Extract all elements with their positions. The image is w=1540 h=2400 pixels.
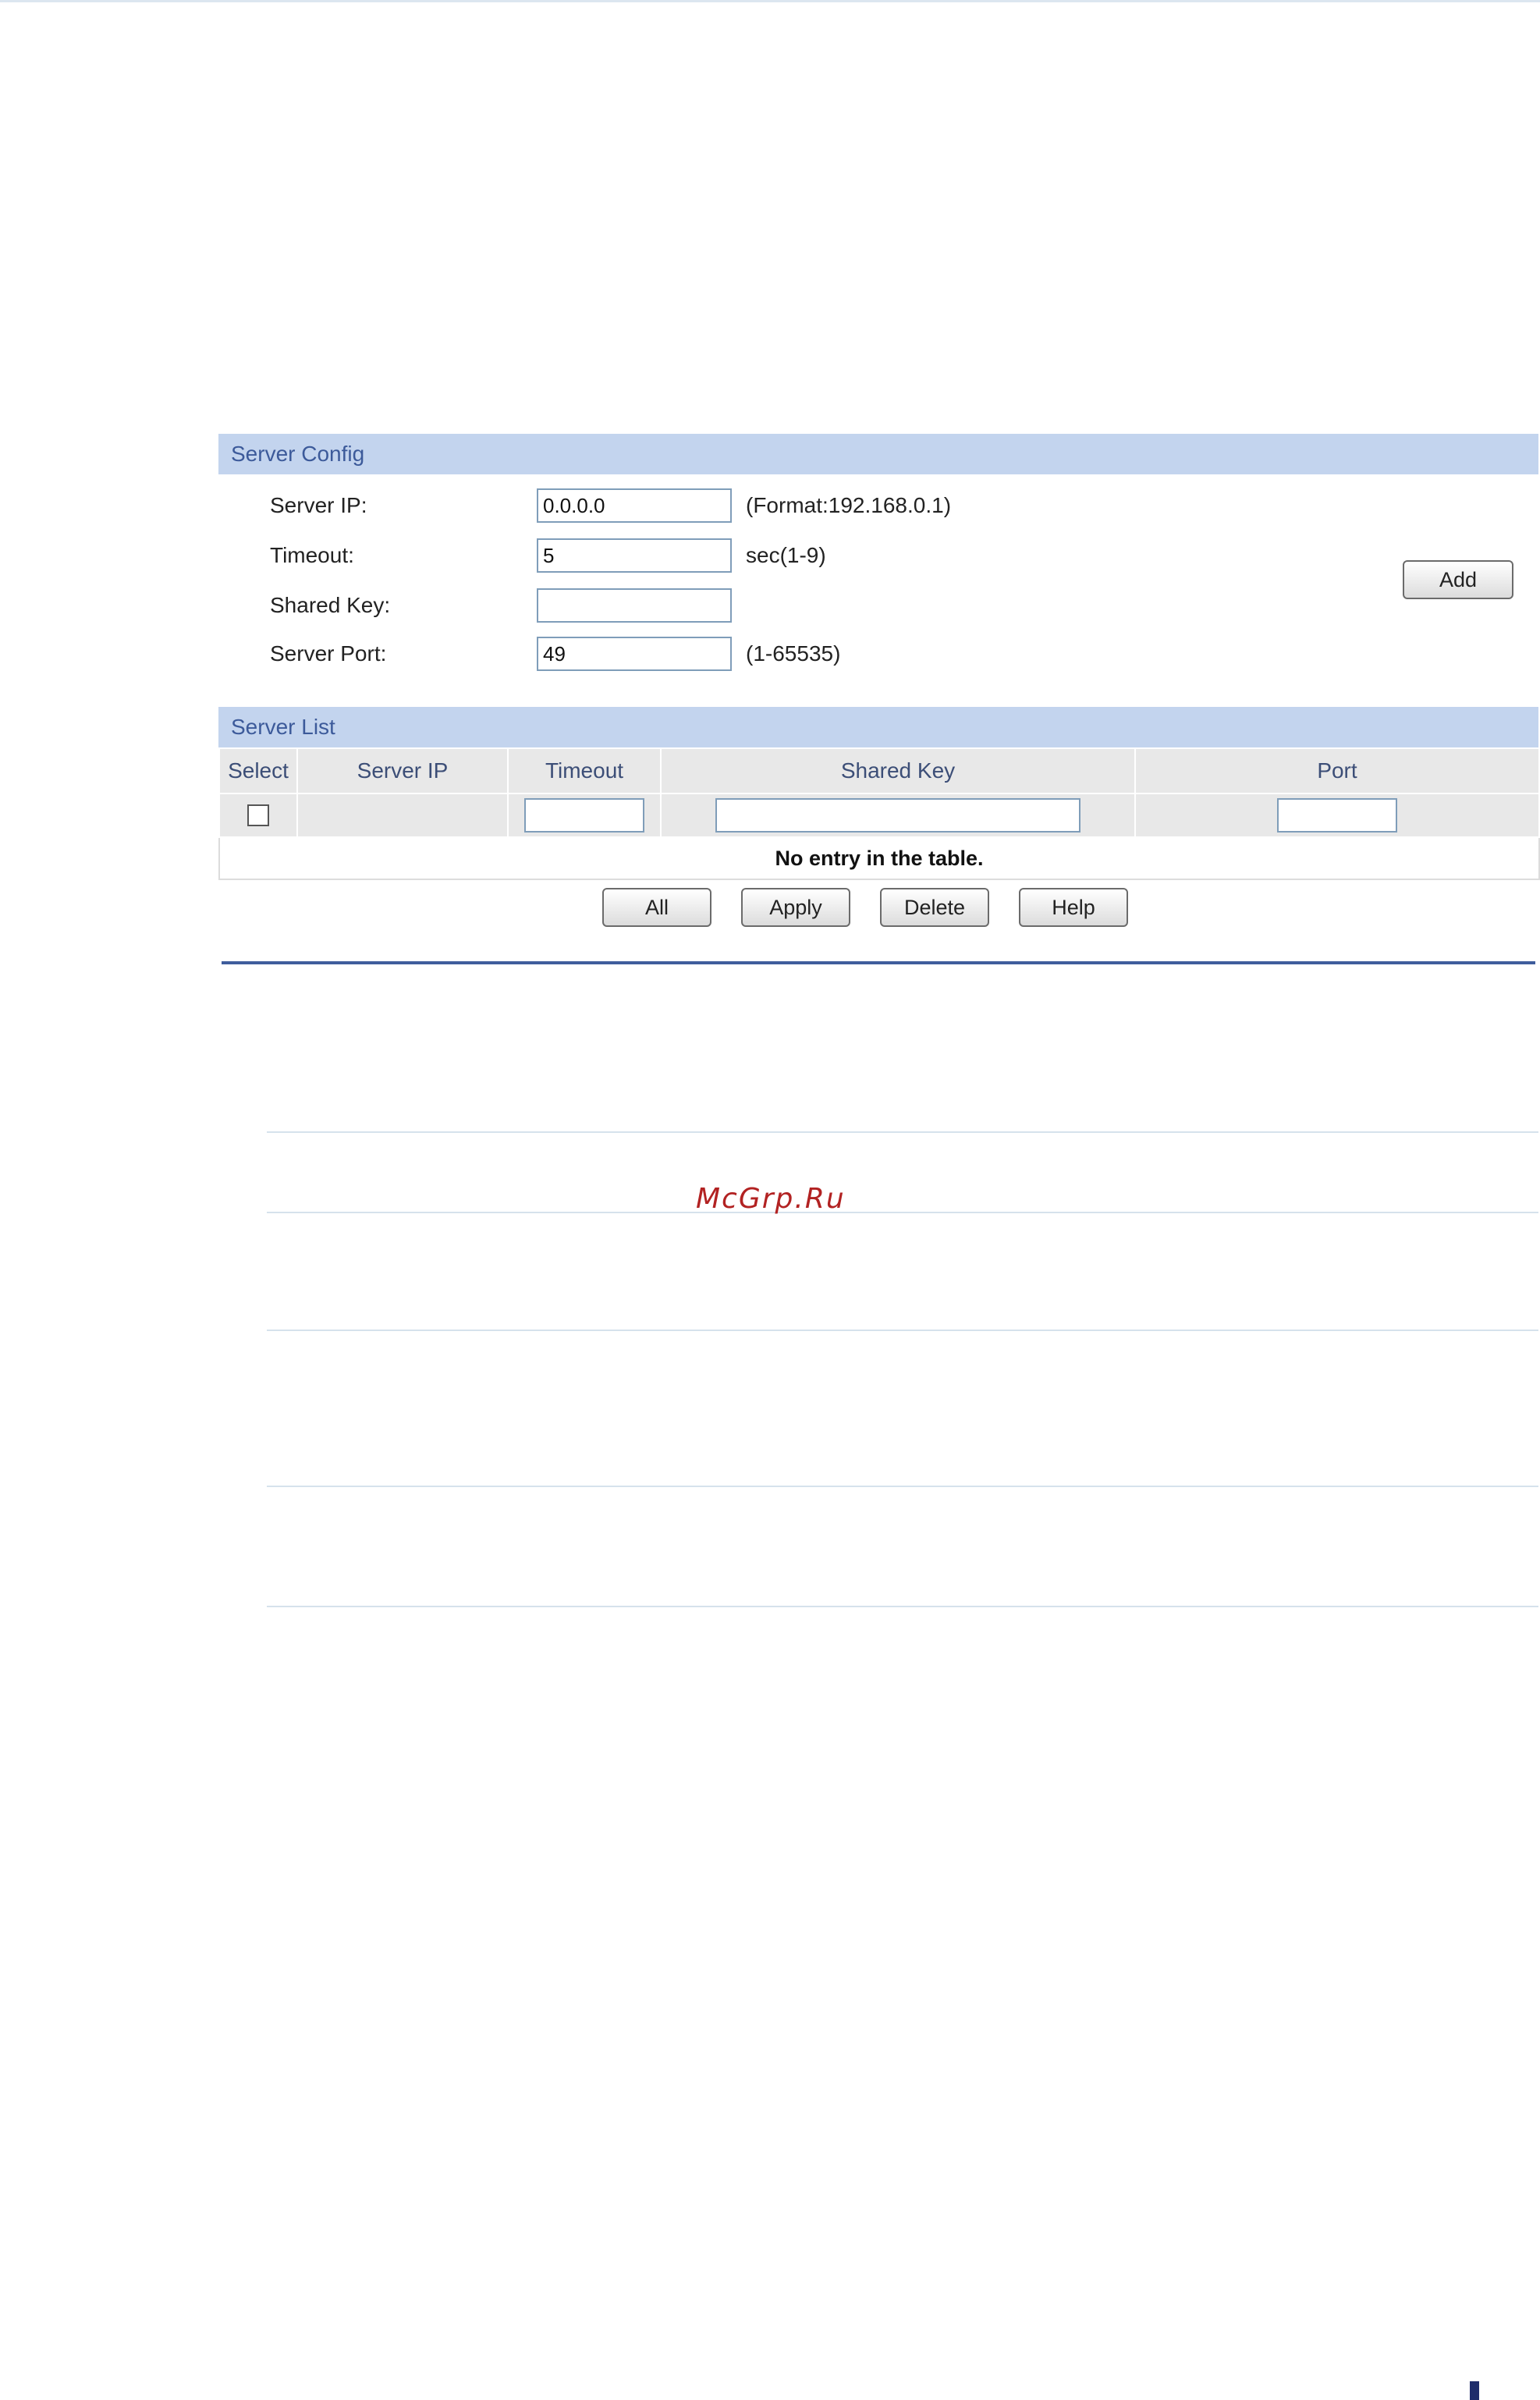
table-header-row: Select Server IP Timeout Shared Key Port — [218, 747, 1540, 794]
column-header-server-ip: Server IP — [296, 747, 509, 794]
server-config-title: Server Config — [231, 442, 365, 466]
server-config-header: Server Config — [218, 434, 1538, 474]
timeout-label: Timeout: — [270, 543, 354, 567]
shared-key-input[interactable] — [537, 588, 732, 623]
server-port-input[interactable] — [537, 637, 732, 671]
server-ip-filter-cell — [296, 793, 509, 838]
table-rule — [267, 1212, 1538, 1213]
port-filter-cell — [1134, 793, 1540, 838]
section-divider — [222, 961, 1535, 964]
server-port-label: Server Port: — [270, 641, 387, 666]
select-filter-cell — [218, 793, 298, 838]
table-rule — [267, 1486, 1538, 1487]
server-list-title: Server List — [231, 715, 335, 739]
select-all-checkbox[interactable] — [247, 804, 269, 826]
timeout-input[interactable] — [537, 538, 732, 573]
timeout-filter-input[interactable] — [524, 798, 644, 833]
shared-key-filter-cell — [660, 793, 1136, 838]
add-button[interactable]: Add — [1403, 560, 1513, 599]
table-filter-row — [218, 793, 1540, 838]
column-header-select: Select — [218, 747, 298, 794]
server-ip-hint: (Format:192.168.0.1) — [746, 493, 952, 517]
server-port-hint: (1-65535) — [746, 641, 841, 666]
empty-table-message: No entry in the table. — [218, 836, 1540, 880]
apply-button[interactable]: Apply — [741, 888, 850, 927]
column-header-timeout: Timeout — [507, 747, 662, 794]
column-header-port: Port — [1134, 747, 1540, 794]
port-filter-input[interactable] — [1277, 798, 1397, 833]
timeout-hint: sec(1-9) — [746, 543, 826, 567]
watermark-text: McGrp.Ru — [696, 1183, 846, 1215]
shared-key-label: Shared Key: — [270, 593, 391, 617]
table-rule — [267, 1131, 1538, 1133]
column-header-shared-key: Shared Key — [660, 747, 1136, 794]
table-row: No entry in the table. — [218, 836, 1540, 880]
server-ip-input[interactable] — [537, 488, 732, 523]
server-list-table: Select Server IP Timeout Shared Key Port… — [218, 747, 1540, 880]
top-rule — [0, 0, 1540, 2]
table-rule — [267, 1330, 1538, 1331]
help-button[interactable]: Help — [1019, 888, 1128, 927]
table-rule — [267, 1606, 1538, 1607]
server-ip-label: Server IP: — [270, 493, 367, 517]
shared-key-filter-input[interactable] — [715, 798, 1080, 833]
page-corner-mark — [1470, 2381, 1479, 2400]
server-list-header: Server List — [218, 707, 1538, 747]
delete-button[interactable]: Delete — [880, 888, 989, 927]
all-button[interactable]: All — [602, 888, 711, 927]
timeout-filter-cell — [507, 793, 662, 838]
